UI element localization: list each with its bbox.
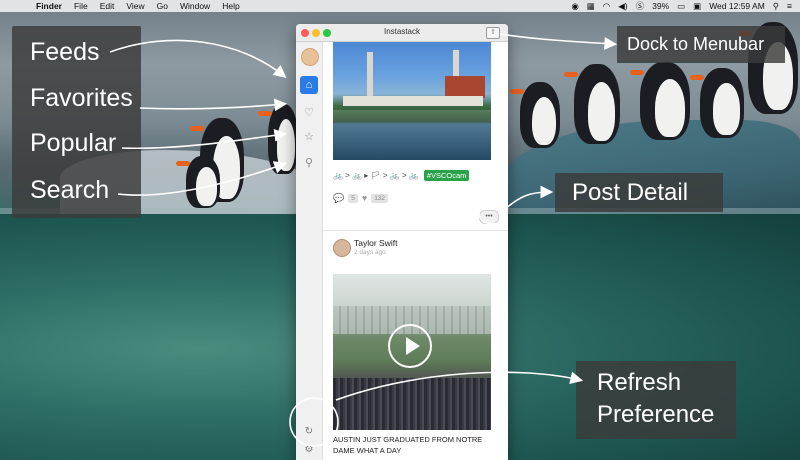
penguin [176,156,220,208]
feed-content[interactable]: 🚲 > 🚲 ▸ 🏳 > 🚲 > 🚲 #VSCOcam 💬 5 ♥ 132 •••… [323,42,508,460]
menu-help[interactable]: Help [222,1,239,11]
volume-icon[interactable]: ◀) [618,1,627,12]
menu-view[interactable]: View [126,1,144,11]
battery-percent[interactable]: 39% [652,1,669,11]
window-title: Instastack [383,27,420,36]
comment-count: 5 [348,193,358,203]
annotation-favorites: Favorites [30,84,133,112]
instastack-window: Instastack ⇧ ⌂ ♡ ☆ ⚲ ↻ ⚙ 🚲 > 🚲 ▸ 🏳 > 🚲 >… [296,24,508,460]
spotlight-icon[interactable]: ⚲ [773,1,779,12]
post-video[interactable] [333,274,491,430]
dock-to-menubar-icon[interactable]: ⇧ [486,27,500,39]
annotation-refresh-preference: Refresh Preference [576,361,736,439]
menu-finder[interactable]: Finder [36,1,62,11]
like-heart-icon[interactable]: ♥ [362,193,367,203]
annotation-search: Search [30,176,110,204]
penguin [630,62,690,140]
user-avatar[interactable] [301,48,319,66]
star-icon[interactable]: ☆ [300,128,318,146]
battery-icon[interactable]: ▭ [677,1,685,12]
annotation-refresh: Refresh [597,369,682,396]
play-icon[interactable] [388,324,432,368]
menu-edit[interactable]: Edit [100,1,115,11]
penguin [690,68,744,138]
search-icon[interactable]: ⚲ [300,154,318,172]
post-stats: 💬 5 ♥ 132 [333,192,389,204]
penguin [258,104,298,174]
instastack-status-icon[interactable]: ◉ [571,1,578,12]
post-photo[interactable] [333,42,491,160]
annotation-popular: Popular [30,129,117,157]
hashtag-badge[interactable]: #VSCOcam [423,169,470,181]
video-caption: AUSTIN JUST GRADUATED FROM NOTRE DAME WH… [333,435,483,455]
photo-bridge [343,96,483,106]
menu-go[interactable]: Go [157,1,168,11]
photo-house [445,76,485,98]
penguin [564,64,620,144]
sidebar: ⌂ ♡ ☆ ⚲ ↻ ⚙ [296,42,323,460]
annotation-sidebar-labels: Feeds Favorites Popular Search [12,26,141,218]
menu-window[interactable]: Window [180,1,210,11]
annotation-post-detail: Post Detail [555,173,723,212]
post-time: 2 days ago [354,249,386,256]
penguin [510,82,560,148]
heart-icon[interactable]: ♡ [300,104,318,122]
author-avatar[interactable] [333,239,351,257]
annotation-dock-to-menubar: Dock to Menubar [617,26,785,63]
caption-emoji: 🚲 > 🚲 ▸ 🏳 > 🚲 > 🚲 [333,170,419,180]
notification-center-icon[interactable]: ≡ [787,1,792,11]
s-app-icon[interactable]: Ⓢ [636,0,645,12]
preference-icon[interactable]: ⚙ [300,444,318,458]
menubar-clock[interactable]: Wed 12:59 AM [709,1,765,11]
dropbox-icon[interactable]: ▦ [587,1,595,12]
photo-reflection [333,110,491,160]
refresh-icon[interactable]: ↻ [300,426,318,440]
menubar: Finder File Edit View Go Window Help ◉ ▦… [0,0,800,12]
input-source-icon[interactable]: ▣ [693,1,701,12]
post-divider [323,230,508,231]
menu-file[interactable]: File [74,1,88,11]
post-detail-button[interactable]: ••• [479,210,499,224]
annotation-feeds: Feeds [30,38,100,66]
post-author[interactable]: Taylor Swift [354,238,397,248]
titlebar: Instastack ⇧ [296,24,508,42]
like-count: 132 [371,193,389,203]
video-crowd [333,378,491,430]
post-caption: 🚲 > 🚲 ▸ 🏳 > 🚲 > 🚲 #VSCOcam [333,168,503,182]
wifi-icon[interactable]: ◠ [603,1,610,12]
home-icon[interactable]: ⌂ [300,76,318,94]
annotation-preference: Preference [597,401,715,428]
comment-icon[interactable]: 💬 [333,193,344,204]
menubar-status: ◉ ▦ ◠ ◀) Ⓢ 39% ▭ ▣ Wed 12:59 AM ⚲ ≡ [571,0,792,12]
photo-tower [367,52,373,102]
